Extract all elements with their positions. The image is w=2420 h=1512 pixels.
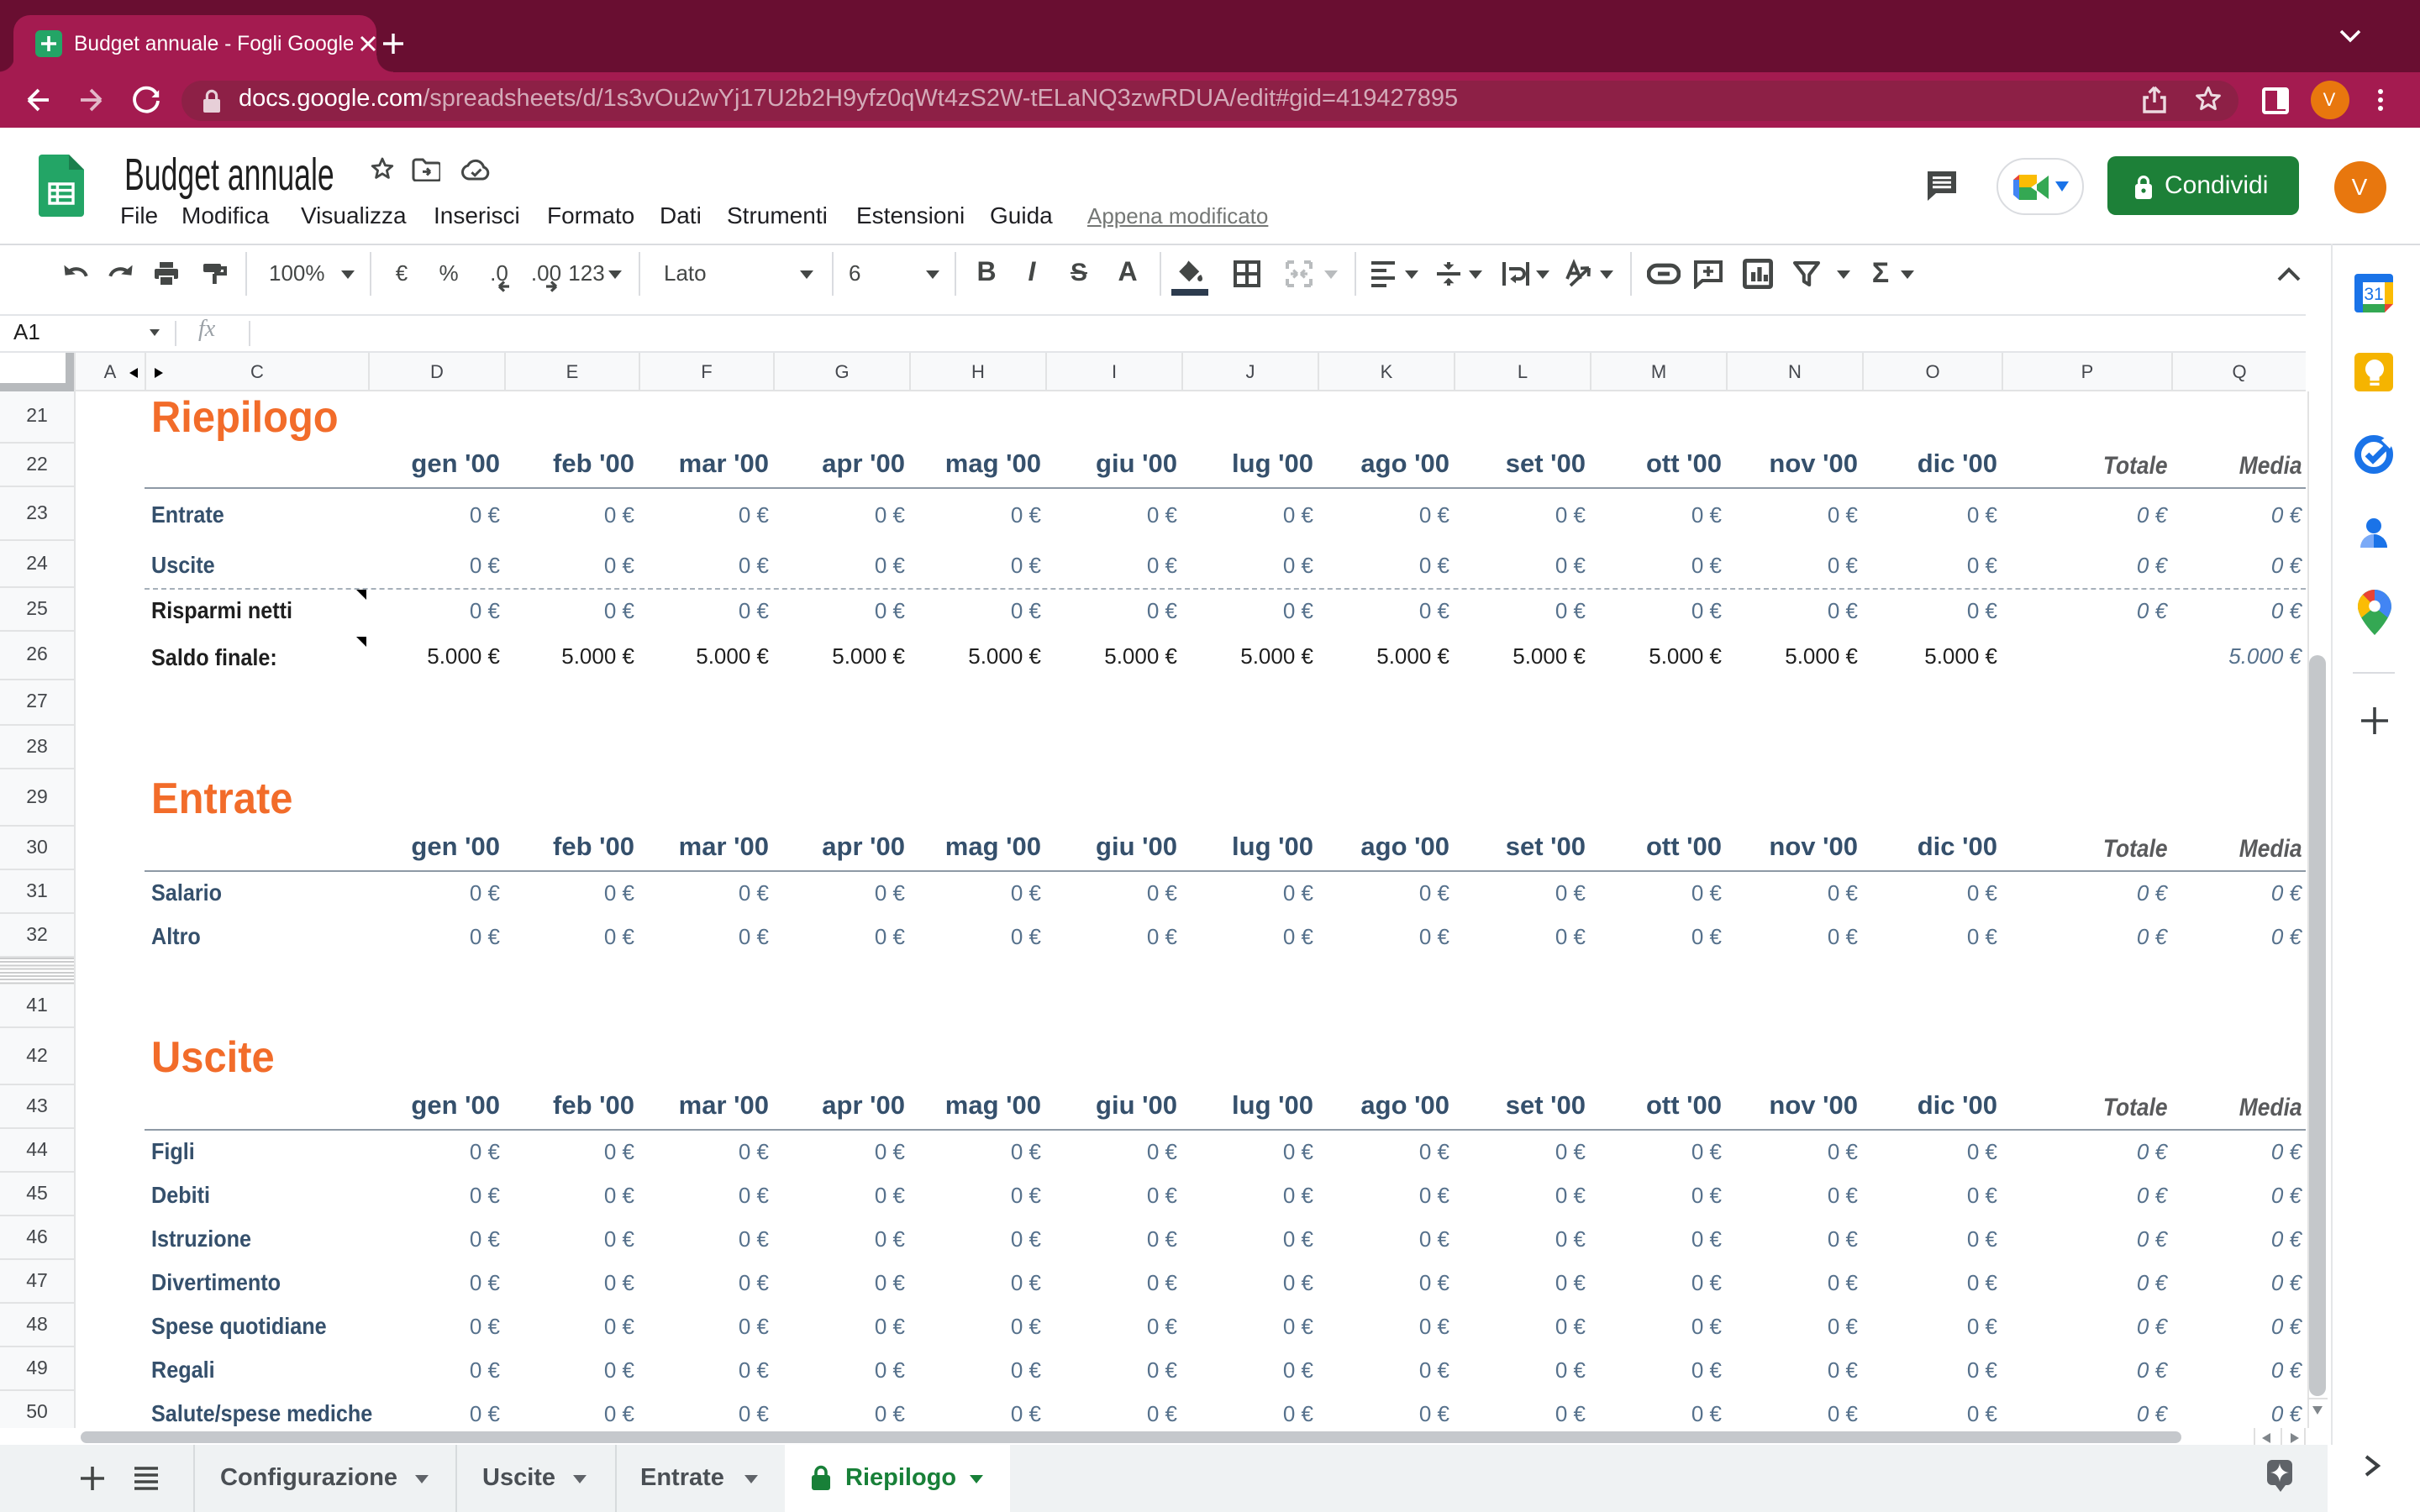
svg-text:31: 31 <box>2364 285 2383 304</box>
